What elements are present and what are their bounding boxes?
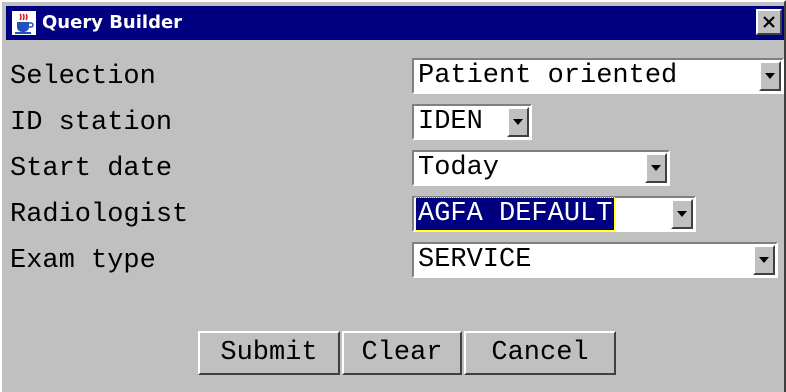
close-button[interactable] — [756, 9, 782, 35]
radiologist-combo[interactable]: AGFA DEFAULT — [412, 196, 696, 232]
clear-button[interactable]: Clear — [342, 331, 462, 375]
start-date-value: Today — [418, 153, 500, 183]
java-cup-icon — [12, 11, 36, 35]
chevron-down-icon[interactable] — [645, 153, 667, 183]
id-station-value: IDEN — [418, 107, 483, 137]
exam-type-label: Exam type — [10, 246, 156, 276]
title-bar[interactable]: Query Builder — [6, 6, 784, 40]
query-builder-window: Query Builder Selection Patient oriented… — [0, 0, 786, 392]
id-station-combo[interactable]: IDEN — [412, 104, 532, 140]
chevron-down-icon[interactable] — [759, 61, 781, 91]
selection-combo[interactable]: Patient oriented — [412, 58, 784, 94]
selection-label: Selection — [10, 62, 156, 92]
window-title: Query Builder — [42, 12, 183, 33]
radiologist-label: Radiologist — [10, 200, 189, 230]
start-date-label: Start date — [10, 154, 173, 184]
radiologist-value: AGFA DEFAULT — [414, 197, 616, 231]
start-date-combo[interactable]: Today — [412, 150, 670, 186]
submit-button[interactable]: Submit — [198, 331, 340, 375]
close-icon — [763, 16, 775, 28]
chevron-down-icon[interactable] — [671, 199, 693, 229]
selection-value: Patient oriented — [418, 61, 678, 91]
chevron-down-icon[interactable] — [753, 245, 775, 275]
exam-type-value: SERVICE — [418, 245, 532, 275]
id-station-label: ID station — [10, 108, 173, 138]
exam-type-combo[interactable]: SERVICE — [412, 242, 778, 278]
chevron-down-icon[interactable] — [507, 107, 529, 137]
cancel-button[interactable]: Cancel — [464, 331, 616, 375]
